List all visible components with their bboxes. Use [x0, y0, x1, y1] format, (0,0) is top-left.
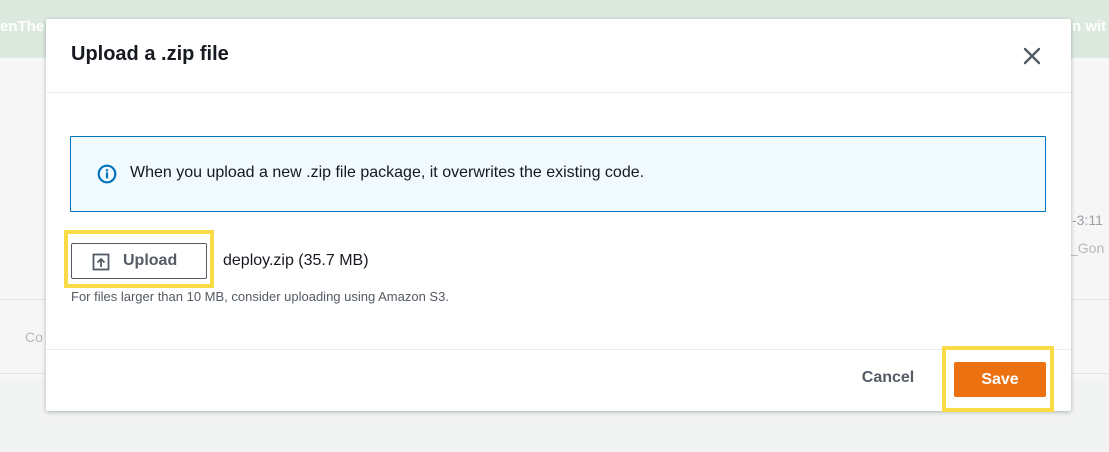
- close-button[interactable]: [1017, 41, 1047, 71]
- background-text: Co: [25, 329, 43, 345]
- upload-button-label: Upload: [123, 252, 178, 269]
- save-button[interactable]: Save: [954, 362, 1046, 397]
- info-icon: [97, 164, 117, 184]
- modal-header: Upload a .zip file: [46, 19, 1071, 93]
- info-alert: When you upload a new .zip file package,…: [70, 136, 1046, 212]
- upload-hint: For files larger than 10 MB, consider up…: [71, 289, 449, 304]
- banner-text-left: enThe: [0, 18, 45, 35]
- banner-text-right: n wit: [1072, 18, 1107, 35]
- info-message: When you upload a new .zip file package,…: [130, 164, 645, 181]
- background-text: _Gon: [1070, 240, 1105, 256]
- modal-footer-divider: [46, 349, 1071, 350]
- upload-button[interactable]: Upload: [71, 243, 207, 279]
- background-text: -3:11: [1072, 212, 1103, 228]
- modal-title: Upload a .zip file: [71, 43, 229, 65]
- cancel-button[interactable]: Cancel: [843, 361, 933, 395]
- close-icon: [1023, 47, 1041, 65]
- upload-zip-modal: Upload a .zip file When you upload a new…: [46, 19, 1071, 412]
- selected-filename: deploy.zip (35.7 MB): [223, 252, 369, 269]
- upload-icon: [92, 253, 110, 271]
